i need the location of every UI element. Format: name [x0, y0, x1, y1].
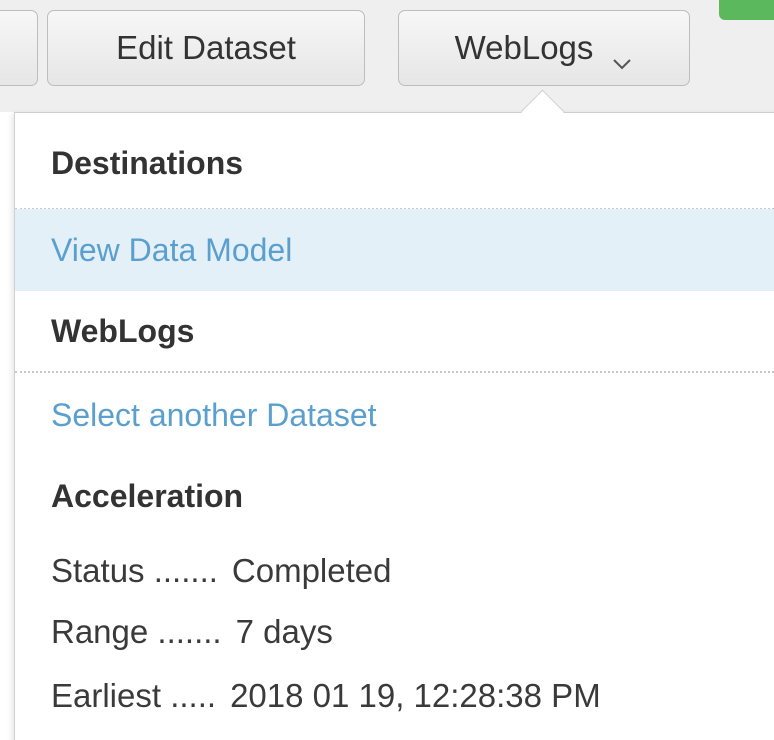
range-value: 7 days [235, 613, 333, 650]
dataset-dropdown-button[interactable]: WebLogs [398, 10, 690, 86]
dataset-dropdown-menu: Destinations View Data Model WebLogs Sel… [14, 112, 774, 740]
dataset-header: WebLogs [51, 312, 195, 349]
edit-dataset-button[interactable]: Edit Dataset [47, 10, 365, 86]
earliest-label: Earliest ..... [51, 677, 217, 714]
divider [15, 371, 774, 373]
toolbar: Edit Dataset WebLogs [0, 0, 774, 112]
edit-dataset-label: Edit Dataset [116, 29, 296, 66]
acceleration-earliest-row: Earliest ..... 2018 01 19, 12:28:38 PM [51, 668, 601, 724]
chevron-down-icon [611, 41, 633, 70]
status-value: Completed [231, 552, 392, 589]
screen: Edit Dataset WebLogs Destinations View D… [0, 0, 774, 740]
earliest-value: 2018 01 19, 12:28:38 PM [230, 677, 601, 714]
partial-toolbar-button[interactable] [0, 10, 38, 86]
range-label: Range ....... [51, 613, 222, 650]
status-indicator [719, 0, 774, 20]
select-another-dataset-link[interactable]: Select another Dataset [15, 374, 774, 456]
acceleration-status-row: Status ....... Completed [51, 543, 392, 599]
acceleration-range-row: Range ....... 7 days [51, 604, 333, 660]
view-data-model-link[interactable]: View Data Model [15, 209, 774, 291]
destinations-header: Destinations [51, 144, 244, 181]
dataset-dropdown-label: WebLogs [454, 29, 594, 66]
status-label: Status ....... [51, 552, 218, 589]
acceleration-header: Acceleration [51, 477, 244, 514]
